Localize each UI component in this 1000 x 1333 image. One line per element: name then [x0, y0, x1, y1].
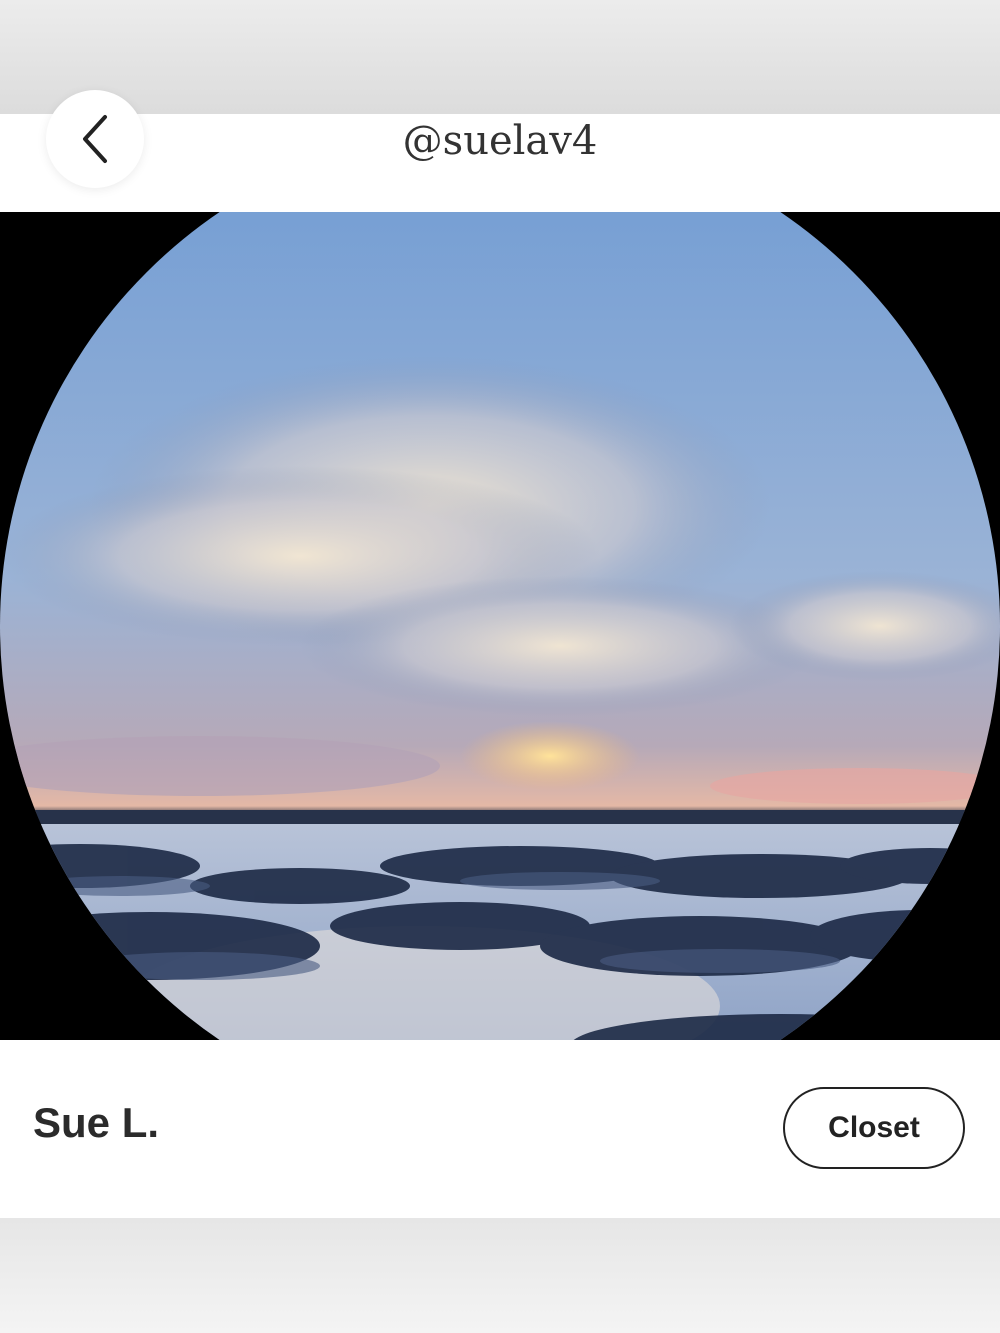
closet-button[interactable]: Closet	[783, 1087, 965, 1169]
profile-photo-frame	[0, 212, 1000, 1040]
backdrop-top[interactable]	[0, 0, 1000, 114]
profile-name: Sue L.	[33, 1099, 160, 1146]
profile-photo	[0, 212, 1000, 1040]
profile-sheet: @suelav4 Sue L. Closet	[0, 90, 1000, 1218]
profile-sheet-screen: @suelav4 Sue L. Closet	[0, 0, 1000, 1333]
username-handle: @suelav4	[402, 118, 598, 164]
sheet-header: @suelav4	[0, 90, 1000, 212]
backdrop-bottom[interactable]	[0, 1218, 1000, 1333]
